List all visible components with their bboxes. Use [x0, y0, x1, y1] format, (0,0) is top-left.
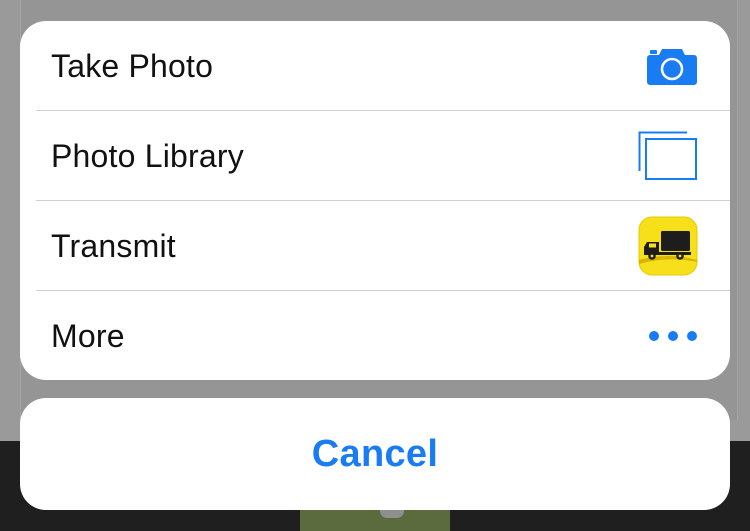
action-more[interactable]: More: [20, 291, 730, 380]
cancel-button[interactable]: Cancel: [20, 398, 730, 510]
action-photo-library[interactable]: Photo Library: [20, 111, 730, 201]
action-label: Photo Library: [51, 137, 244, 174]
photo-library-icon: [638, 111, 698, 201]
action-transmit[interactable]: Transmit: [20, 201, 730, 291]
action-sheet: Take Photo Photo Library Transmit More: [20, 21, 730, 380]
transmit-app-icon: [638, 201, 698, 291]
camera-icon: [646, 21, 698, 111]
more-icon: [648, 291, 698, 380]
action-label: Transmit: [51, 227, 176, 264]
action-label: Take Photo: [51, 47, 214, 84]
action-take-photo[interactable]: Take Photo: [20, 21, 730, 111]
cancel-label: Cancel: [311, 432, 439, 475]
action-label: More: [51, 317, 125, 354]
